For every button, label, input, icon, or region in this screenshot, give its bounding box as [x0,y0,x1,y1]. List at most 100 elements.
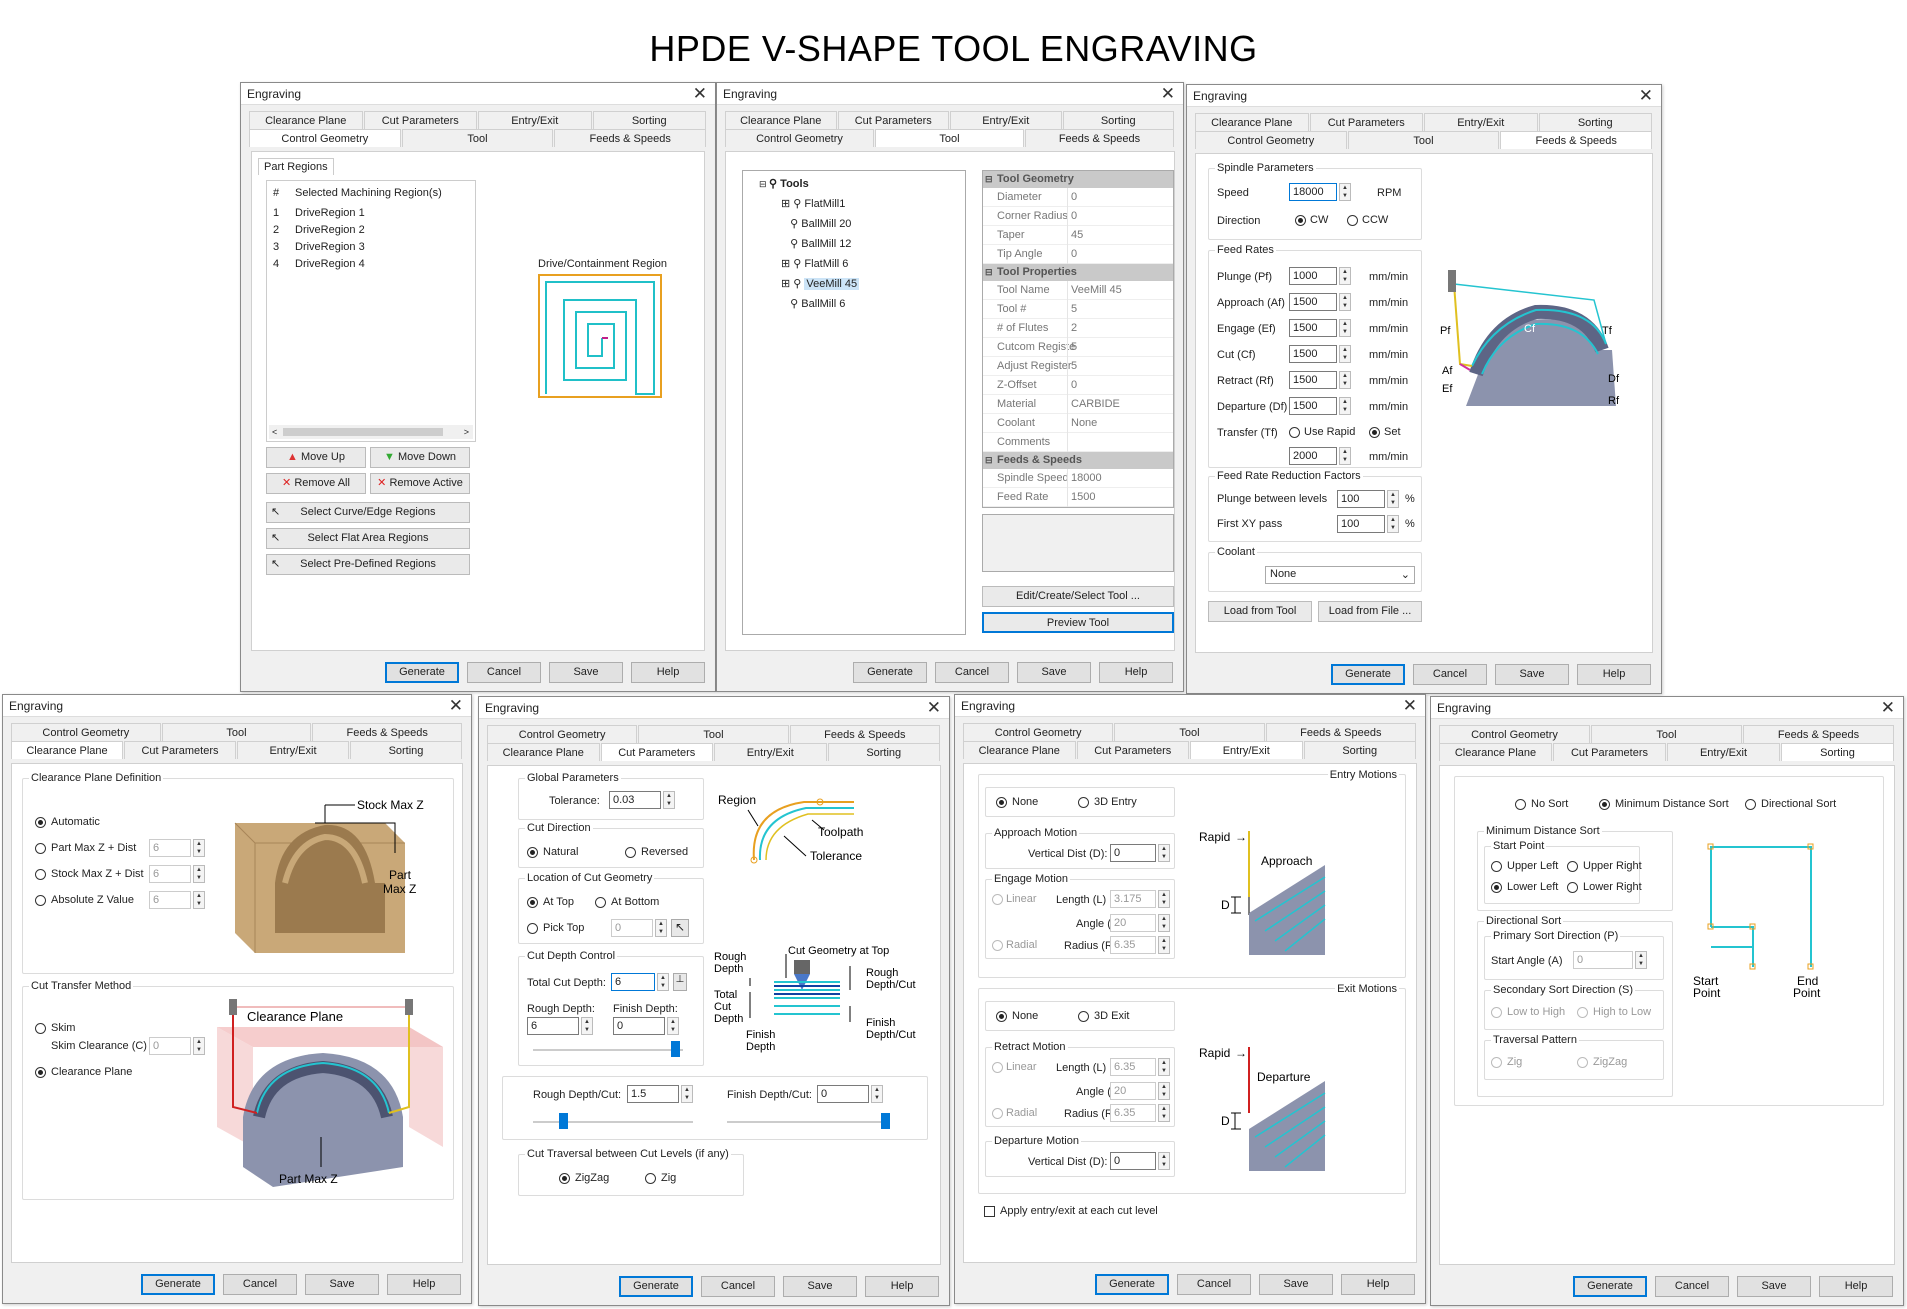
tab-clearance-plane[interactable]: Clearance Plane [11,741,123,759]
tab-cut-parameters[interactable]: Cut Parameters [1553,743,1666,761]
tab-cut-parameters[interactable]: Cut Parameters [600,743,713,761]
tree-item[interactable]: ⚲ BallMill 12 [781,237,851,250]
generate-button[interactable]: Generate [619,1276,693,1297]
use-rapid-radio[interactable] [1289,427,1300,438]
lower-right-radio[interactable] [1567,882,1578,893]
tab-feeds-speeds[interactable]: Feeds & Speeds [312,723,463,741]
spinner[interactable]: ▲ ▼ [193,891,205,909]
edit-create-select-tool-button[interactable]: Edit/Create/Select Tool ... [982,586,1174,607]
tab-control-geometry[interactable]: Control Geometry [1195,131,1347,149]
tab-entry-exit[interactable]: Entry/Exit [950,111,1062,129]
pick-cursor-icon[interactable]: ↖ [671,919,689,937]
tab-cut-parameters[interactable]: Cut Parameters [1076,741,1189,759]
transfer-input[interactable]: 2000 [1289,447,1337,465]
save-button[interactable]: Save [549,662,623,683]
skim-clearance-input[interactable]: 0 [149,1037,191,1055]
help-button[interactable]: Help [1341,1274,1415,1295]
rough-per-cut-input[interactable]: 1.5 [627,1085,679,1103]
tree-item[interactable]: ⊞ ⚲ FlatMill1 [781,197,845,210]
natural-radio[interactable] [527,847,538,858]
spinner[interactable]: ▲ ▼ [871,1085,883,1103]
coolant-select[interactable]: None ⌄ [1265,566,1415,584]
spinner[interactable]: ▲ ▼ [1339,397,1351,415]
spinner[interactable]: ▲ ▼ [1339,371,1351,389]
tab-entry-exit[interactable]: Entry/Exit [1424,113,1538,131]
tab-tool[interactable]: Tool [1114,723,1265,741]
cancel-button[interactable]: Cancel [1177,1274,1251,1295]
cancel-button[interactable]: Cancel [467,662,541,683]
at-bottom-radio[interactable] [595,897,606,908]
tab-control-geometry[interactable]: Control Geometry [963,723,1114,741]
feed-input[interactable]: 1500 [1289,293,1337,311]
close-icon[interactable]: ✕ [927,698,941,718]
save-button[interactable]: Save [1495,664,1569,685]
close-icon[interactable]: ✕ [1161,84,1175,104]
spinner[interactable]: ▲ ▼ [193,839,205,857]
generate-button[interactable]: Generate [385,662,459,683]
spinner[interactable]: ▲ ▼ [1158,1058,1170,1076]
lower-left-radio[interactable] [1491,882,1502,893]
feed-input[interactable]: 1500 [1289,319,1337,337]
tab-clearance-plane[interactable]: Clearance Plane [1439,743,1552,761]
load-from-file-button[interactable]: Load from File ... [1318,601,1422,622]
feed-input[interactable]: 1500 [1289,371,1337,389]
zig-radio[interactable] [1491,1057,1502,1068]
tab-cut-parameters[interactable]: Cut Parameters [837,111,949,129]
list-item[interactable]: 2 DriveRegion 2 [267,222,475,239]
directional-sort-radio[interactable] [1745,799,1756,810]
remove-active-button[interactable]: ✕ Remove Active [370,473,470,494]
help-button[interactable]: Help [387,1274,461,1295]
horizontal-scrollbar[interactable]: < > [269,425,473,439]
tab-clearance-plane[interactable]: Clearance Plane [487,743,600,761]
tab-sorting[interactable]: Sorting [1303,741,1416,759]
tree-item[interactable]: ⊞ ⚲ FlatMill 6 [781,257,848,270]
spinner[interactable]: ▲ ▼ [1158,1082,1170,1100]
upper-right-radio[interactable] [1567,861,1578,872]
generate-button[interactable]: Generate [1331,664,1405,685]
tab-clearance-plane[interactable]: Clearance Plane [249,111,363,129]
tab-cut-parameters[interactable]: Cut Parameters [124,741,236,759]
departure-vdist-input[interactable]: 0 [1110,1152,1156,1170]
tab-tool[interactable]: Tool [875,129,1024,147]
tab-entry-exit[interactable]: Entry/Exit [714,743,827,761]
select-predefined-regions-button[interactable]: ↖ Select Pre-Defined Regions [266,554,470,575]
save-button[interactable]: Save [305,1274,379,1295]
close-icon[interactable]: ✕ [693,84,707,104]
spinner[interactable]: ▲ ▼ [657,973,669,991]
apply-each-level-checkbox[interactable] [984,1206,995,1217]
ccw-radio[interactable] [1347,215,1358,226]
save-button[interactable]: Save [1259,1274,1333,1295]
part-max-radio[interactable] [35,843,46,854]
tab-sorting[interactable]: Sorting [1538,113,1652,131]
cw-radio[interactable] [1295,215,1306,226]
tab-feeds-speeds[interactable]: Feeds & Speeds [1025,129,1174,147]
spinner[interactable]: ▲ ▼ [1158,1104,1170,1122]
tab-sorting[interactable]: Sorting [1781,743,1894,761]
tab-tool[interactable]: Tool [401,129,554,147]
subtab-part-regions[interactable]: Part Regions [258,158,334,175]
select-flat-regions-button[interactable]: ↖ Select Flat Area Regions [266,528,470,549]
finish-per-cut-input[interactable]: 0 [817,1085,869,1103]
tab-feeds-speeds[interactable]: Feeds & Speeds [554,129,707,147]
entry-none-radio[interactable] [996,797,1007,808]
feed-input[interactable]: 1500 [1289,345,1337,363]
first-xy-input[interactable]: 100 [1337,515,1385,533]
spinner[interactable]: ▲ ▼ [1158,890,1170,908]
exit-3d-radio[interactable] [1078,1011,1089,1022]
help-button[interactable]: Help [1577,664,1651,685]
zigzag-radio[interactable] [1577,1057,1588,1068]
tab-sorting[interactable]: Sorting [1062,111,1174,129]
set-radio[interactable] [1369,427,1380,438]
tool-tree[interactable]: ⊟ ⚲ Tools ⊞ ⚲ FlatMill1 ⚲ BallMill 20 ⚲ … [742,170,966,635]
tab-tool[interactable]: Tool [161,723,312,741]
finish-depth-input[interactable]: 0 [613,1017,665,1035]
linear-radio[interactable] [992,894,1003,905]
select-curve-regions-button[interactable]: ↖ Select Curve/Edge Regions [266,502,470,523]
finish-slider-thumb[interactable] [881,1113,890,1129]
tab-control-geometry[interactable]: Control Geometry [11,723,161,741]
section-tool-geometry[interactable]: ⊟ Tool Geometry [983,171,1173,188]
close-icon[interactable]: ✕ [1403,696,1417,716]
zig-radio[interactable] [645,1173,656,1184]
tab-clearance-plane[interactable]: Clearance Plane [963,741,1076,759]
rough-slider-track[interactable] [533,1121,693,1123]
